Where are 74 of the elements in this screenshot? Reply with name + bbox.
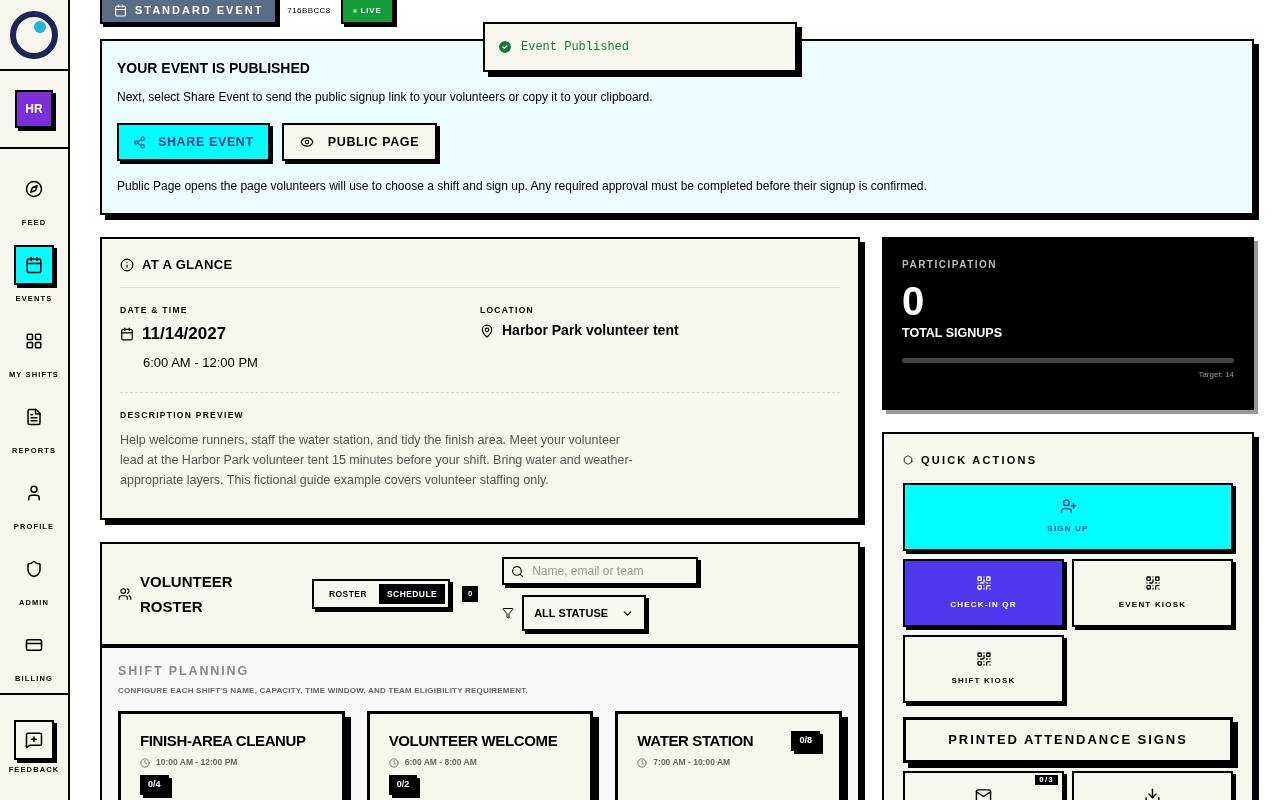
- share-event-button[interactable]: SHARE EVENT: [117, 123, 270, 161]
- location-pin-icon: [480, 323, 494, 338]
- published-text: Next, select Share Event to send the public signup link to your volunteers or copy it to your clipboard.: [117, 89, 654, 106]
- nav-icon: [25, 332, 43, 351]
- published-note: Public Page opens the page volunteers will use to choose a shift and sign up. Any required approval must be completed before their signup is confirmed.: [117, 178, 928, 195]
- feedback-button[interactable]: [14, 719, 54, 760]
- nav-icon: [25, 560, 43, 579]
- shift-name: FINISH-AREA CLEANUP: [140, 730, 306, 751]
- qr-code-icon: [1144, 574, 1161, 591]
- qr-code-icon: [975, 650, 992, 667]
- check-circle-icon: [497, 39, 513, 55]
- qr-code-icon: [975, 574, 992, 591]
- roster-title: VOLUNTEER ROSTER: [140, 572, 234, 617]
- published-title: YOUR EVENT IS PUBLISHED: [117, 59, 311, 78]
- count-badge: 0: [462, 586, 479, 602]
- eye-icon: [299, 135, 314, 149]
- user-plus-icon: [1059, 498, 1077, 515]
- search-icon: [511, 565, 525, 578]
- capacity-badge: 0/8: [791, 731, 820, 751]
- event-location: Harbor Park volunteer tent: [502, 321, 679, 341]
- mail-icon: [975, 786, 992, 800]
- count-badge: 0/3: [1035, 774, 1058, 785]
- field-label: DESCRIPTION PREVIEW: [120, 409, 245, 422]
- event-code: 716BBCC8: [287, 4, 331, 17]
- search-field[interactable]: Name, email or team: [502, 557, 699, 585]
- public-page-button[interactable]: PUBLIC PAGE: [281, 123, 438, 161]
- shift-time: 6:00 AM - 8:00 AM: [404, 756, 477, 769]
- people-icon: [118, 587, 132, 601]
- feedback-icon: [25, 730, 43, 749]
- email-button[interactable]: 0/3: [903, 770, 1064, 800]
- field-label: DATE & TIME: [120, 303, 189, 317]
- description-preview: Help welcome runners, staff the water station, and tidy the finish area. Meet your volunteer lead at the Harbor Park volunteer tent 15 minutes before your shift. Bring water and weather-appropriate layers. This fictional guide example covers volunteer staffing only.: [120, 432, 634, 489]
- live-badge: LIVE: [340, 0, 394, 24]
- download-icon: [1144, 786, 1161, 800]
- event-date: 11/14/2027: [142, 323, 227, 346]
- qr-action-button[interactable]: CHECK-IN QR: [903, 558, 1064, 627]
- signup-count: 0: [902, 278, 926, 324]
- participation-title: PARTICIPATION: [902, 258, 999, 272]
- quick-actions-title: QUICK ACTIONS: [921, 453, 1038, 468]
- sign-up-button[interactable]: SIGN UP: [903, 482, 1233, 551]
- calendar-icon: [120, 327, 134, 341]
- event-time: 6:00 AM - 12:00 PM: [143, 353, 259, 372]
- planning-title: SHIFT PLANNING: [118, 663, 251, 680]
- qr-action-button[interactable]: SHIFT KIOSK: [903, 634, 1064, 703]
- hexagon-icon: [903, 455, 913, 466]
- target-label: Target: 14: [1197, 368, 1234, 381]
- shift-time: 10:00 AM - 12:00 PM: [156, 756, 238, 769]
- nav-icon: [25, 256, 43, 275]
- field-label: LOCATION: [480, 303, 535, 317]
- calendar-icon: [114, 4, 127, 17]
- signups-label: TOTAL SIGNUPS: [902, 325, 1003, 342]
- filter-icon: [502, 607, 515, 619]
- shift-name: VOLUNTEER WELCOME: [388, 730, 558, 751]
- shift-name: WATER STATION: [637, 730, 754, 751]
- info-icon: [120, 257, 134, 272]
- user-avatar[interactable]: HR: [15, 90, 53, 129]
- logo-icon: [9, 9, 59, 60]
- nav-icon: [25, 408, 43, 427]
- shift-time: 7:00 AM - 10:00 AM: [653, 756, 731, 769]
- section-title: AT A GLANCE: [142, 256, 233, 274]
- qr-action-button[interactable]: EVENT KIOSK: [1072, 558, 1233, 627]
- capacity-badge: 0/2: [388, 775, 418, 795]
- view-tab[interactable]: ROSTER: [317, 584, 379, 604]
- share-icon: [133, 135, 146, 149]
- clock-icon: [637, 757, 648, 768]
- status-dropdown[interactable]: ALL STATUSE: [522, 595, 647, 631]
- clock-icon: [388, 757, 399, 768]
- planning-note: CONFIGURE EACH SHIFT'S NAME, CAPACITY, TIME WINDOW, AND TEAM ELIGIBILITY REQUIREMENT.: [118, 684, 529, 697]
- event-type-badge: STANDARD EVENT: [100, 0, 278, 24]
- capacity-badge: 0/4: [140, 775, 169, 795]
- nav-icon: [25, 484, 43, 503]
- clock-icon: [140, 757, 150, 768]
- nav-icon: [25, 180, 43, 199]
- view-tab[interactable]: SCHEDULE: [379, 584, 446, 604]
